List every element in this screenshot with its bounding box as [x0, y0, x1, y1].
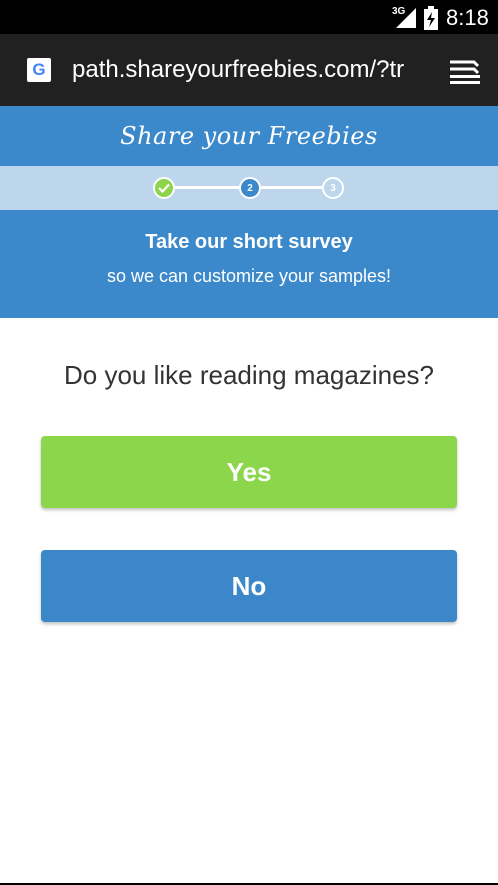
yes-button[interactable]: Yes	[41, 436, 457, 508]
brand-header: Share your Freebies	[0, 106, 498, 166]
favicon-letter: G	[32, 60, 46, 79]
tabs-icon[interactable]	[446, 56, 482, 86]
survey-subtitle: so we can customize your samples!	[106, 266, 392, 286]
progress-stepper: 2 3	[0, 166, 498, 210]
no-button[interactable]: No	[41, 550, 457, 622]
clock: 8:18	[446, 5, 489, 30]
progress-connector	[261, 186, 322, 189]
browser-toolbar: G path.shareyourfreebies.com/?tr	[0, 34, 498, 106]
signal-icon	[396, 8, 416, 28]
step-1-complete	[153, 177, 175, 199]
brand-logo: Share your Freebies	[120, 122, 378, 150]
battery-icon	[424, 6, 438, 30]
google-favicon-icon: G	[27, 58, 51, 82]
status-bar: 3G 8:18	[0, 0, 498, 34]
survey-title: Take our short survey	[145, 231, 353, 253]
checkmark-icon	[158, 183, 170, 193]
survey-intro: Take our short survey so we can customiz…	[0, 210, 498, 318]
progress-connector	[175, 186, 239, 189]
survey-question: Do you like reading magazines?	[64, 360, 434, 390]
step-3-pending: 3	[322, 177, 344, 199]
address-bar[interactable]: path.shareyourfreebies.com/?tr	[72, 56, 422, 84]
step-2-current: 2	[239, 177, 261, 199]
